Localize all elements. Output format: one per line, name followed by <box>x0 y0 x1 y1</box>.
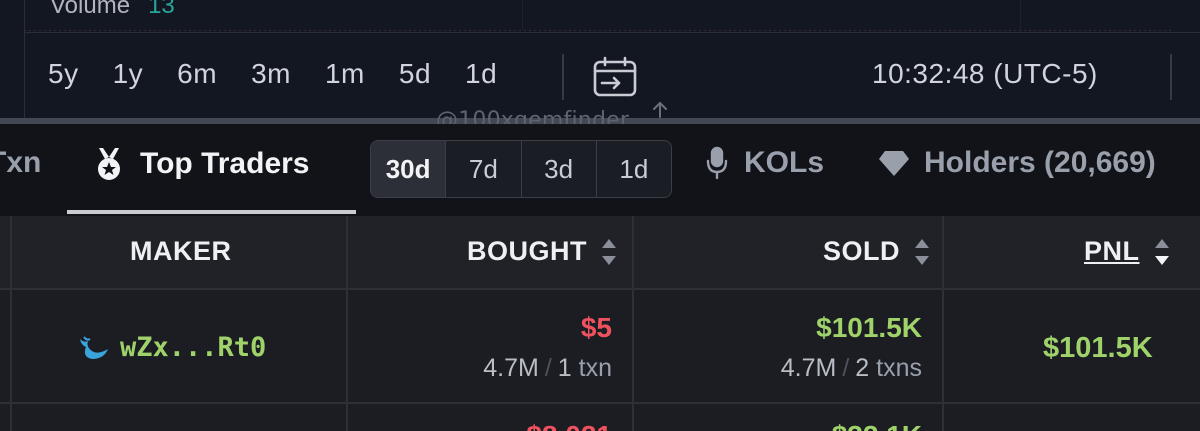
volume-baseline <box>24 30 1174 31</box>
separator-slash: / <box>842 354 850 382</box>
range-5y-button[interactable]: 5y <box>48 58 79 90</box>
pnl-value: $101.5K <box>1043 332 1153 364</box>
sold-cell: $101.5K 4.7M/2 txns <box>781 312 922 383</box>
whale-icon <box>80 335 108 359</box>
bought-usd: $8,021 <box>526 420 612 431</box>
data-tabs: Txns Top Traders 30d 7d 3d 1d KOLs Holde… <box>0 124 1200 216</box>
table-row[interactable]: $8,021 $32.1K <box>0 406 1200 431</box>
chart-area: Volume 13 5y 1y 6m 3m 1m 5d 1d 10:32:48 (… <box>0 0 1200 120</box>
table-row[interactable]: wZx...Rt0 $5 4.7M/1 txn $101.5K 4.7M/2 t… <box>0 292 1200 402</box>
row-divider <box>0 402 1200 404</box>
tab-kols-label: KOLs <box>744 146 825 179</box>
header-maker-label: MAKER <box>130 236 232 266</box>
period-1d-button[interactable]: 1d <box>597 141 671 197</box>
bought-usd: $5 <box>580 312 612 343</box>
active-tab-indicator <box>67 210 356 214</box>
tab-transactions[interactable]: Txns <box>0 146 40 180</box>
tab-holders-label: Holders (20,669) <box>924 146 1156 179</box>
diamond-icon <box>879 151 909 176</box>
sold-tokens: 4.7M <box>780 354 837 382</box>
header-bought[interactable]: BOUGHT <box>467 236 617 267</box>
range-1d-button[interactable]: 1d <box>465 58 497 90</box>
period-3d-button[interactable]: 3d <box>522 141 597 197</box>
range-1y-button[interactable]: 1y <box>113 58 144 90</box>
time-range-bar: 5y 1y 6m 3m 1m 5d 1d <box>48 58 531 90</box>
maker-address[interactable]: wZx...Rt0 <box>120 332 266 363</box>
sold-detail: 4.7M/2 txns <box>781 354 922 383</box>
chart-left-border <box>24 0 25 120</box>
tab-holders[interactable]: Holders (20,669) <box>878 146 1156 180</box>
volume-legend: Volume 13 <box>50 0 175 20</box>
separator-slash: / <box>544 354 552 382</box>
toolbar-separator <box>562 54 564 100</box>
calendar-goto-icon[interactable] <box>592 56 638 98</box>
sort-desc-icon[interactable] <box>1154 237 1170 267</box>
volume-value: 13 <box>148 0 175 19</box>
maker-cell[interactable]: wZx...Rt0 <box>78 332 266 363</box>
period-selector: 30d 7d 3d 1d <box>370 140 672 198</box>
timezone-clock[interactable]: 10:32:48 (UTC-5) <box>872 58 1098 90</box>
top-traders-table: MAKER BOUGHT SOLD PNL wZx...Rt0 $5 4.7M … <box>0 216 1200 431</box>
chart-gridline <box>1020 0 1021 30</box>
header-sold-label: SOLD <box>823 236 901 266</box>
chart-divider <box>24 32 1200 33</box>
sold-txn-count: 2 <box>855 354 870 382</box>
table-header: MAKER BOUGHT SOLD PNL <box>0 216 1200 290</box>
sort-icon[interactable] <box>914 237 930 267</box>
period-30d-button[interactable]: 30d <box>371 141 447 197</box>
chart-gridline <box>522 0 523 30</box>
medal-icon <box>98 148 120 180</box>
sold-usd: $32.1K <box>832 420 922 431</box>
tab-transactions-label: Txns <box>0 146 40 179</box>
volume-label: Volume <box>50 0 131 19</box>
tab-top-traders-label: Top Traders <box>140 147 310 180</box>
bought-txn-unit: txn <box>578 354 612 382</box>
bought-txn-count: 1 <box>557 354 572 382</box>
header-maker: MAKER <box>130 236 232 267</box>
sold-txn-unit: txns <box>876 354 922 382</box>
header-pnl[interactable]: PNL <box>1084 236 1170 267</box>
header-pnl-label: PNL <box>1084 236 1140 266</box>
tab-kols[interactable]: KOLs <box>706 146 824 180</box>
bought-detail: 4.7M/1 txn <box>483 354 612 383</box>
sold-usd: $101.5K <box>816 312 922 343</box>
range-3m-button[interactable]: 3m <box>251 58 291 90</box>
microphone-icon <box>706 146 728 180</box>
sort-icon[interactable] <box>601 237 617 267</box>
toolbar-separator <box>1170 54 1172 100</box>
period-7d-button[interactable]: 7d <box>446 141 522 197</box>
range-5d-button[interactable]: 5d <box>399 58 431 90</box>
header-bought-label: BOUGHT <box>467 236 587 266</box>
range-1m-button[interactable]: 1m <box>325 58 365 90</box>
header-sold[interactable]: SOLD <box>823 236 930 267</box>
range-6m-button[interactable]: 6m <box>177 58 217 90</box>
bought-cell: $5 4.7M/1 txn <box>483 312 612 383</box>
tab-top-traders[interactable]: Top Traders <box>92 146 309 182</box>
bought-tokens: 4.7M <box>483 354 539 382</box>
